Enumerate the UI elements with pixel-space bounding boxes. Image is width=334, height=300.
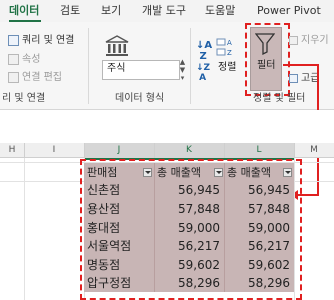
- group-separator: [88, 28, 89, 104]
- tab-view[interactable]: 보기: [101, 4, 121, 18]
- queries-connections-icon: [8, 35, 19, 46]
- table-highlight-box: [80, 159, 302, 300]
- annotation-connector-horizontal: [283, 64, 319, 66]
- tab-data[interactable]: 데이터: [9, 4, 39, 18]
- queries-connections-button[interactable]: 쿼리 및 연결: [8, 34, 74, 47]
- clear-filter-button[interactable]: 지우기: [289, 34, 329, 47]
- stocks-building-icon[interactable]: [104, 34, 130, 58]
- data-types-group-label: 데이터 형식: [115, 93, 165, 104]
- properties-icon: [8, 54, 19, 65]
- sort-descending-icon[interactable]: ↓Z A: [196, 63, 210, 83]
- advanced-filter-button[interactable]: 고급: [289, 72, 319, 85]
- svg-text:Z: Z: [227, 49, 232, 57]
- queries-group-label: 리 및 연결: [2, 93, 46, 104]
- gallery-scroll-icon[interactable]: ▲ ▼ ▾: [178, 58, 187, 82]
- tab-help[interactable]: 도움말: [205, 4, 235, 18]
- clear-filter-label: 지우기: [301, 35, 329, 46]
- ribbon-tab-bar: 데이터 검토 보기 개발 도구 도움말 Power Pivot: [0, 0, 334, 22]
- edit-links-label: 연결 편집: [22, 72, 62, 83]
- edit-links-icon: [8, 72, 19, 83]
- queries-connections-label: 쿼리 및 연결: [22, 35, 75, 46]
- tab-power-pivot[interactable]: Power Pivot: [257, 4, 321, 18]
- sort-dialog-icon[interactable]: A Z: [216, 36, 238, 60]
- sheet-gap: [0, 110, 334, 143]
- properties-label: 속성: [22, 54, 41, 65]
- group-separator: [190, 28, 191, 104]
- sort-ascending-icon[interactable]: ↓A Z: [196, 40, 212, 62]
- edit-links-button[interactable]: 연결 편집: [8, 71, 62, 84]
- sort-button-label[interactable]: 정렬: [218, 62, 236, 74]
- advanced-filter-icon: [289, 74, 298, 83]
- stocks-data-type-label[interactable]: 주식: [107, 62, 125, 75]
- properties-button[interactable]: 속성: [8, 53, 40, 66]
- filter-highlight-box: [245, 23, 290, 96]
- tab-developer[interactable]: 개발 도구: [142, 4, 186, 18]
- svg-text:A: A: [227, 39, 232, 47]
- sort-filter-group-label: 정렬 및 필터: [253, 93, 306, 104]
- clear-filter-icon: [289, 36, 298, 45]
- tab-review[interactable]: 검토: [60, 4, 80, 18]
